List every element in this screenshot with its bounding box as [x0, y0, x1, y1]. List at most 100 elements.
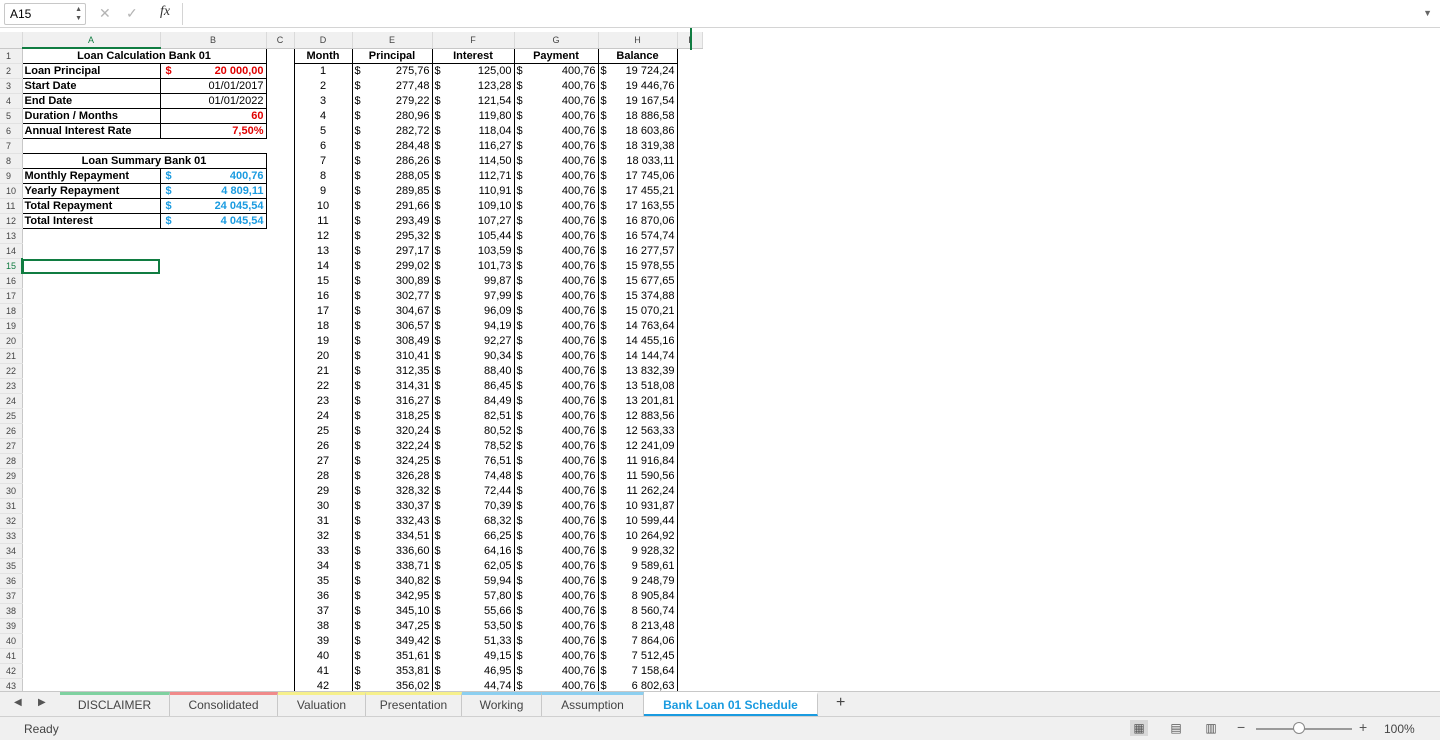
amount-cell[interactable]: 322,24	[370, 438, 433, 454]
currency-cell[interactable]: $	[597, 213, 614, 229]
sheet-tab-disclaimer[interactable]: DISCLAIMER	[60, 692, 170, 716]
row-header[interactable]: 11	[0, 198, 23, 214]
empty-cell[interactable]	[677, 379, 702, 394]
currency-cell[interactable]: $	[597, 648, 614, 664]
currency-cell[interactable]: $	[513, 438, 530, 454]
currency-cell[interactable]: $	[513, 273, 530, 289]
currency-cell[interactable]: $	[431, 588, 448, 604]
currency-cell[interactable]: $	[351, 498, 370, 514]
row-header[interactable]: 2	[0, 63, 23, 79]
empty-cell[interactable]	[22, 139, 160, 154]
month-cell[interactable]: 2	[293, 78, 353, 94]
column-header-b[interactable]: B	[160, 32, 267, 49]
row-header[interactable]: 35	[0, 558, 23, 574]
empty-cell[interactable]	[677, 604, 702, 619]
amount-cell[interactable]: 400,76	[530, 228, 599, 244]
amount-cell[interactable]: 288,05	[370, 168, 433, 184]
row-header[interactable]: 12	[0, 213, 23, 229]
amount-cell[interactable]: 55,66	[448, 603, 515, 619]
next-sheet-icon[interactable]: ▶	[38, 697, 46, 708]
loan-calc-label[interactable]: Annual Interest Rate	[21, 123, 161, 139]
empty-cell[interactable]	[266, 544, 294, 559]
row-header[interactable]: 26	[0, 423, 23, 439]
amount-cell[interactable]: 110,91	[448, 183, 515, 199]
currency-cell[interactable]: $	[431, 468, 448, 484]
amount-cell[interactable]: 44,74	[448, 678, 515, 691]
empty-cell[interactable]	[160, 529, 266, 544]
currency-cell[interactable]: $	[597, 78, 614, 94]
empty-cell[interactable]	[266, 424, 294, 439]
empty-cell[interactable]	[160, 289, 266, 304]
amount-cell[interactable]: 400,76	[530, 453, 599, 469]
empty-cell[interactable]	[160, 259, 266, 274]
amount-cell[interactable]: 400,76	[530, 123, 599, 139]
empty-cell[interactable]	[160, 604, 266, 619]
amount-cell[interactable]: 400,76	[530, 243, 599, 259]
empty-cell[interactable]	[160, 334, 266, 349]
empty-cell[interactable]	[677, 109, 702, 124]
empty-cell[interactable]	[677, 679, 702, 692]
month-cell[interactable]: 38	[293, 618, 353, 634]
empty-cell[interactable]	[160, 649, 266, 664]
empty-cell[interactable]	[266, 379, 294, 394]
amount-cell[interactable]: 53,50	[448, 618, 515, 634]
amount-cell[interactable]: 49,15	[448, 648, 515, 664]
row-header[interactable]: 30	[0, 483, 23, 499]
amount-cell[interactable]: 400,76	[530, 543, 599, 559]
amount-cell[interactable]: 51,33	[448, 633, 515, 649]
empty-cell[interactable]	[266, 499, 294, 514]
empty-cell[interactable]	[677, 499, 702, 514]
amount-cell[interactable]: 15 978,55	[614, 258, 678, 274]
currency-cell[interactable]: $	[597, 273, 614, 289]
row-header[interactable]: 38	[0, 603, 23, 619]
row-header[interactable]: 17	[0, 288, 23, 304]
empty-cell[interactable]	[266, 439, 294, 454]
empty-cell[interactable]	[677, 544, 702, 559]
empty-cell[interactable]	[22, 304, 160, 319]
empty-cell[interactable]	[677, 559, 702, 574]
currency-cell[interactable]: $	[351, 513, 370, 529]
row-header[interactable]: 39	[0, 618, 23, 634]
empty-cell[interactable]	[266, 199, 294, 214]
amount-cell[interactable]: 400,76	[530, 198, 599, 214]
currency-cell[interactable]: $	[431, 303, 448, 319]
row-header[interactable]: 16	[0, 273, 23, 289]
empty-cell[interactable]	[677, 304, 702, 319]
empty-cell[interactable]	[22, 424, 160, 439]
empty-cell[interactable]	[160, 424, 266, 439]
month-cell[interactable]: 26	[293, 438, 353, 454]
empty-cell[interactable]	[677, 439, 702, 454]
month-cell[interactable]: 27	[293, 453, 353, 469]
empty-cell[interactable]	[22, 529, 160, 544]
amount-cell[interactable]: 103,59	[448, 243, 515, 259]
empty-cell[interactable]	[266, 124, 294, 139]
empty-cell[interactable]	[266, 259, 294, 274]
empty-cell[interactable]	[160, 409, 266, 424]
row-header[interactable]: 42	[0, 663, 23, 679]
amount-cell[interactable]: 332,43	[370, 513, 433, 529]
currency-cell[interactable]: $	[597, 453, 614, 469]
empty-cell[interactable]	[677, 319, 702, 334]
currency-cell[interactable]: $	[597, 183, 614, 199]
currency-cell[interactable]: $	[597, 123, 614, 139]
empty-cell[interactable]	[266, 559, 294, 574]
empty-cell[interactable]	[22, 379, 160, 394]
amount-cell[interactable]: 16 574,74	[614, 228, 678, 244]
currency-cell[interactable]: $	[513, 588, 530, 604]
currency-cell[interactable]: $	[351, 663, 370, 679]
empty-cell[interactable]	[677, 79, 702, 94]
amount-cell[interactable]: 17 745,06	[614, 168, 678, 184]
currency-cell[interactable]: $	[351, 468, 370, 484]
row-header[interactable]: 9	[0, 168, 23, 184]
currency-cell[interactable]: $	[513, 303, 530, 319]
empty-cell[interactable]	[22, 589, 160, 604]
amount-cell[interactable]: 400,76	[530, 393, 599, 409]
row-header[interactable]: 24	[0, 393, 23, 409]
empty-cell[interactable]	[677, 244, 702, 259]
loan-summary-value[interactable]: $4 045,54	[160, 213, 267, 229]
currency-cell[interactable]: $	[431, 573, 448, 589]
empty-cell[interactable]	[266, 469, 294, 484]
amount-cell[interactable]: 400,76	[530, 303, 599, 319]
empty-cell[interactable]	[266, 319, 294, 334]
empty-cell[interactable]	[160, 454, 266, 469]
